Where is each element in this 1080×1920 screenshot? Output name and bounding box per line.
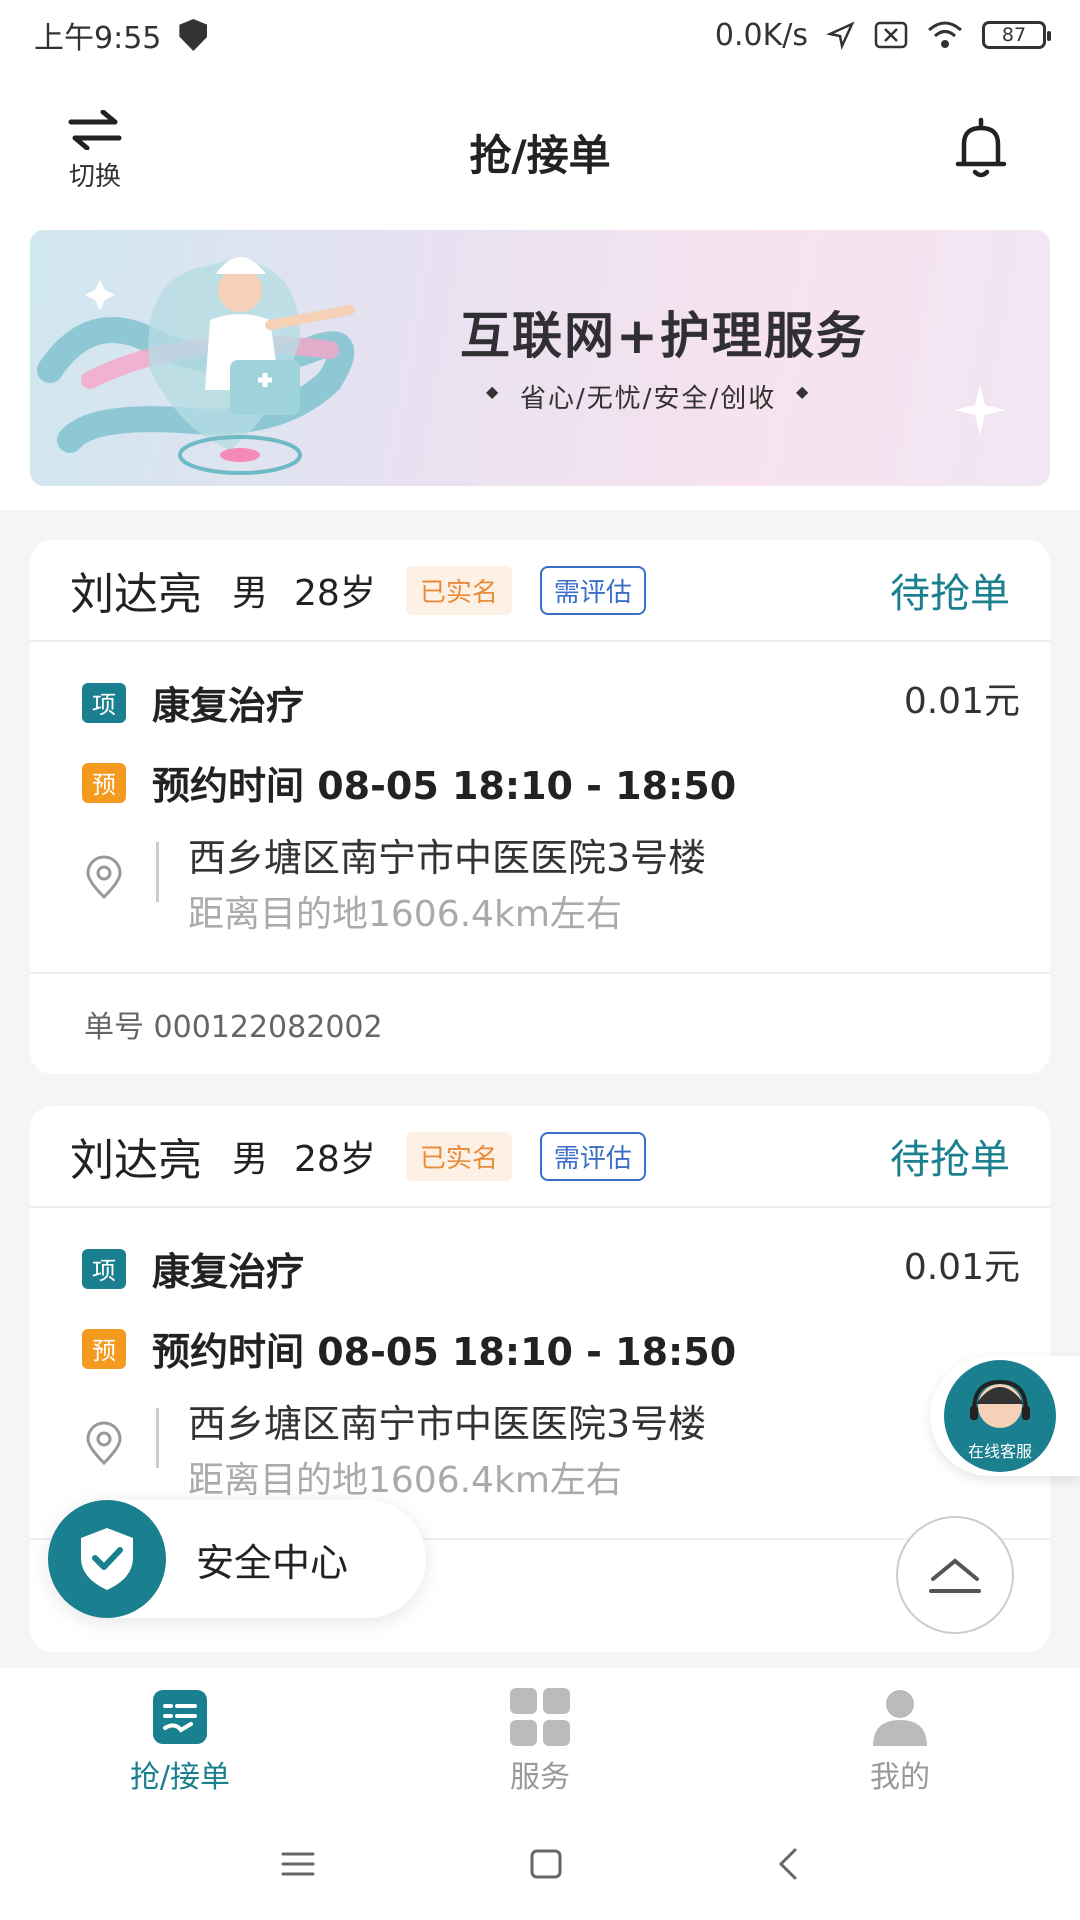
order-icon <box>153 1690 207 1744</box>
network-speed: 0.0K/s <box>714 17 808 53</box>
status-bar: 上午9:55 0.0K/s 87 <box>0 0 1080 70</box>
verified-tag: 已实名 <box>405 565 512 615</box>
order-card-header: 刘达亮 男 28岁 已实名 需评估 待抢单 <box>30 540 1050 642</box>
nav-label-mine: 我的 <box>870 1760 930 1795</box>
nav-item-orders[interactable]: 抢/接单 <box>0 1668 360 1808</box>
service-item-row: 项 康复治疗 <box>82 1241 304 1296</box>
appointment-row: 预 预约时间 08-05 18:10 - 18:50 <box>82 755 736 810</box>
distance: 距离目的地1606.4km左右 <box>188 1460 622 1501</box>
wifi-icon <box>928 21 962 48</box>
page-title: 抢/接单 <box>469 131 611 180</box>
assessment-tag: 需评估 <box>539 1131 646 1181</box>
nav-label-services: 服务 <box>510 1760 570 1795</box>
home-square-icon[interactable] <box>529 1848 563 1880</box>
address: 西乡塘区南宁市中医医院3号楼 <box>188 1402 707 1446</box>
security-shield-icon <box>179 19 208 51</box>
appointment-badge: 预 <box>82 1328 126 1369</box>
address: 西乡塘区南宁市中医医院3号楼 <box>188 836 707 880</box>
order-status[interactable]: 待抢单 <box>890 1127 1010 1185</box>
nav-item-mine[interactable]: 我的 <box>720 1668 1080 1808</box>
banner-title: 互联网+护理服务 <box>460 307 868 365</box>
patient-name: 刘达亮 <box>70 569 202 620</box>
safety-center-label: 安全中心 <box>196 1540 349 1585</box>
item-badge: 项 <box>82 682 126 723</box>
scroll-to-top-button[interactable] <box>896 1516 1014 1634</box>
online-service-label: 在线客服 <box>944 1438 1056 1462</box>
appointment-badge: 预 <box>82 762 126 803</box>
divider <box>156 842 159 902</box>
item-badge: 项 <box>82 1248 126 1289</box>
service-item: 康复治疗 <box>152 1250 305 1294</box>
location-pin-icon <box>86 1421 122 1465</box>
patient-gender: 男 <box>232 573 269 614</box>
banner-area: 互联网+护理服务 省心/无忧/安全/创收 <box>0 230 1080 510</box>
bottom-navigation: 抢/接单 服务 我的 <box>0 1668 1080 1808</box>
system-navigation-bar <box>0 1808 1080 1920</box>
appointment-row: 预 预约时间 08-05 18:10 - 18:50 <box>82 1321 736 1376</box>
back-chevron-icon[interactable] <box>777 1847 799 1881</box>
online-service-button[interactable]: 在线客服 <box>930 1356 1080 1476</box>
nav-label-orders: 抢/接单 <box>129 1760 231 1795</box>
app-header: 切换 抢/接单 <box>0 70 1080 230</box>
patient-age: 28岁 <box>294 573 376 614</box>
patient-age: 28岁 <box>294 1139 376 1180</box>
order-price: 0.01元 <box>903 1247 1020 1288</box>
safety-shield-circle <box>48 1500 166 1618</box>
divider <box>156 1408 159 1468</box>
order-card[interactable]: 刘达亮 男 28岁 已实名 需评估 待抢单 项 康复治疗 0.01元 预 预约时… <box>30 540 1050 1074</box>
order-card-header: 刘达亮 男 28岁 已实名 需评估 待抢单 <box>30 1106 1050 1208</box>
order-card-body: 项 康复治疗 0.01元 预 预约时间 08-05 18:10 - 18:50 … <box>30 642 1050 974</box>
assessment-tag: 需评估 <box>539 565 646 615</box>
menu-icon[interactable] <box>281 1850 315 1878</box>
nurse-illustration <box>37 257 355 475</box>
order-card-body: 项 康复治疗 0.01元 预 预约时间 08-05 18:10 - 18:50 … <box>30 1208 1050 1540</box>
appointment-time: 预约时间 08-05 18:10 - 18:50 <box>152 764 737 808</box>
bell-icon[interactable] <box>954 116 1008 180</box>
service-agent-avatar: 在线客服 <box>944 1360 1056 1472</box>
banner-subtitle: 省心/无忧/安全/创收 <box>486 378 811 415</box>
service-item-row: 项 康复治疗 <box>82 675 304 730</box>
battery-indicator: 87 <box>982 21 1051 49</box>
appointment-time: 预约时间 08-05 18:10 - 18:50 <box>152 1330 737 1374</box>
nav-item-services[interactable]: 服务 <box>360 1668 720 1808</box>
status-time: 上午9:55 <box>34 21 162 56</box>
shield-check-icon <box>81 1528 133 1590</box>
location-arrow-icon <box>826 21 855 50</box>
order-number: 单号 000122082002 <box>84 1010 383 1045</box>
distance: 距离目的地1606.4km左右 <box>188 894 622 935</box>
patient-gender: 男 <box>232 1139 269 1180</box>
person-icon <box>873 1690 927 1746</box>
sparkle-icon <box>955 385 1005 435</box>
location-pin-icon <box>86 855 122 899</box>
safety-center-button[interactable]: 安全中心 <box>48 1500 426 1618</box>
sim-off-icon <box>874 21 908 49</box>
order-status[interactable]: 待抢单 <box>890 561 1010 619</box>
verified-tag: 已实名 <box>405 1131 512 1181</box>
patient-name: 刘达亮 <box>70 1135 202 1186</box>
order-price: 0.01元 <box>903 681 1020 722</box>
promo-banner[interactable]: 互联网+护理服务 省心/无忧/安全/创收 <box>30 230 1050 486</box>
chevron-up-icon <box>929 1558 981 1593</box>
grid-icon <box>510 1688 570 1746</box>
service-item: 康复治疗 <box>152 684 305 728</box>
